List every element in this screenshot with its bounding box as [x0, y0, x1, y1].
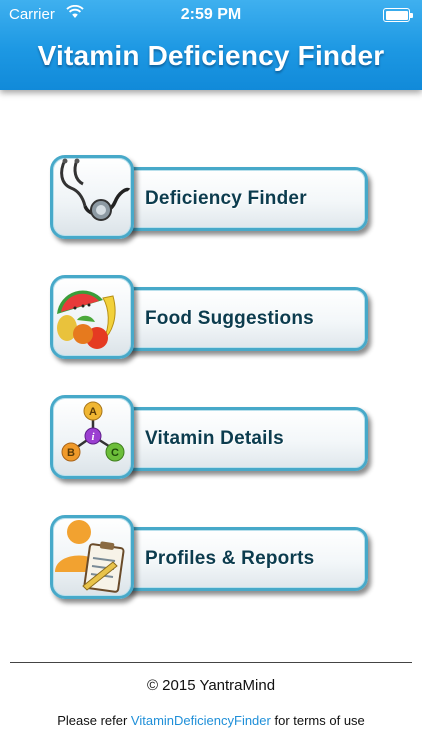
svg-text:B: B — [67, 447, 75, 459]
vitamin-molecule-icon: A B C i — [61, 401, 125, 462]
svg-text:A: A — [89, 406, 97, 418]
svg-text:C: C — [111, 447, 119, 459]
profiles-reports-button[interactable]: Profiles & Reports — [50, 515, 370, 599]
status-time: 2:59 PM — [180, 6, 242, 23]
status-bar: Carrier 2:59 PM — [0, 0, 422, 30]
terms-notice: Please refer VitaminDeficiencyFinder for… — [0, 713, 422, 728]
food-suggestions-label: Food Suggestions — [145, 308, 314, 329]
page-title: Vitamin Deficiency Finder — [37, 40, 385, 71]
app-header: Carrier 2:59 PM Vitamin Deficiency Finde… — [0, 0, 422, 90]
icon-tile — [50, 275, 134, 359]
terms-prefix: Please refer — [57, 713, 131, 728]
profile-report-icon — [55, 520, 125, 593]
copyright-text: © 2015 YantraMind — [146, 677, 276, 694]
profiles-reports-label: Profiles & Reports — [145, 548, 315, 569]
vitamin-details-label: Vitamin Details — [145, 428, 284, 449]
stethoscope-icon — [60, 158, 131, 221]
terms-link[interactable]: VitaminDeficiencyFinder — [131, 713, 271, 728]
icon-tile — [50, 515, 134, 599]
icon-tile — [50, 155, 134, 239]
deficiency-finder-label: Deficiency Finder — [145, 188, 307, 209]
footer-divider — [10, 662, 412, 663]
fruits-icon — [57, 290, 116, 349]
deficiency-finder-button[interactable]: Deficiency Finder — [50, 155, 370, 239]
battery-icon — [383, 8, 413, 22]
terms-suffix: for terms of use — [270, 713, 365, 728]
icon-tile: A B C i — [50, 395, 134, 479]
food-suggestions-button[interactable]: Food Suggestions — [50, 275, 370, 359]
vitamin-details-button[interactable]: Vitamin Details A B C i — [50, 395, 370, 479]
